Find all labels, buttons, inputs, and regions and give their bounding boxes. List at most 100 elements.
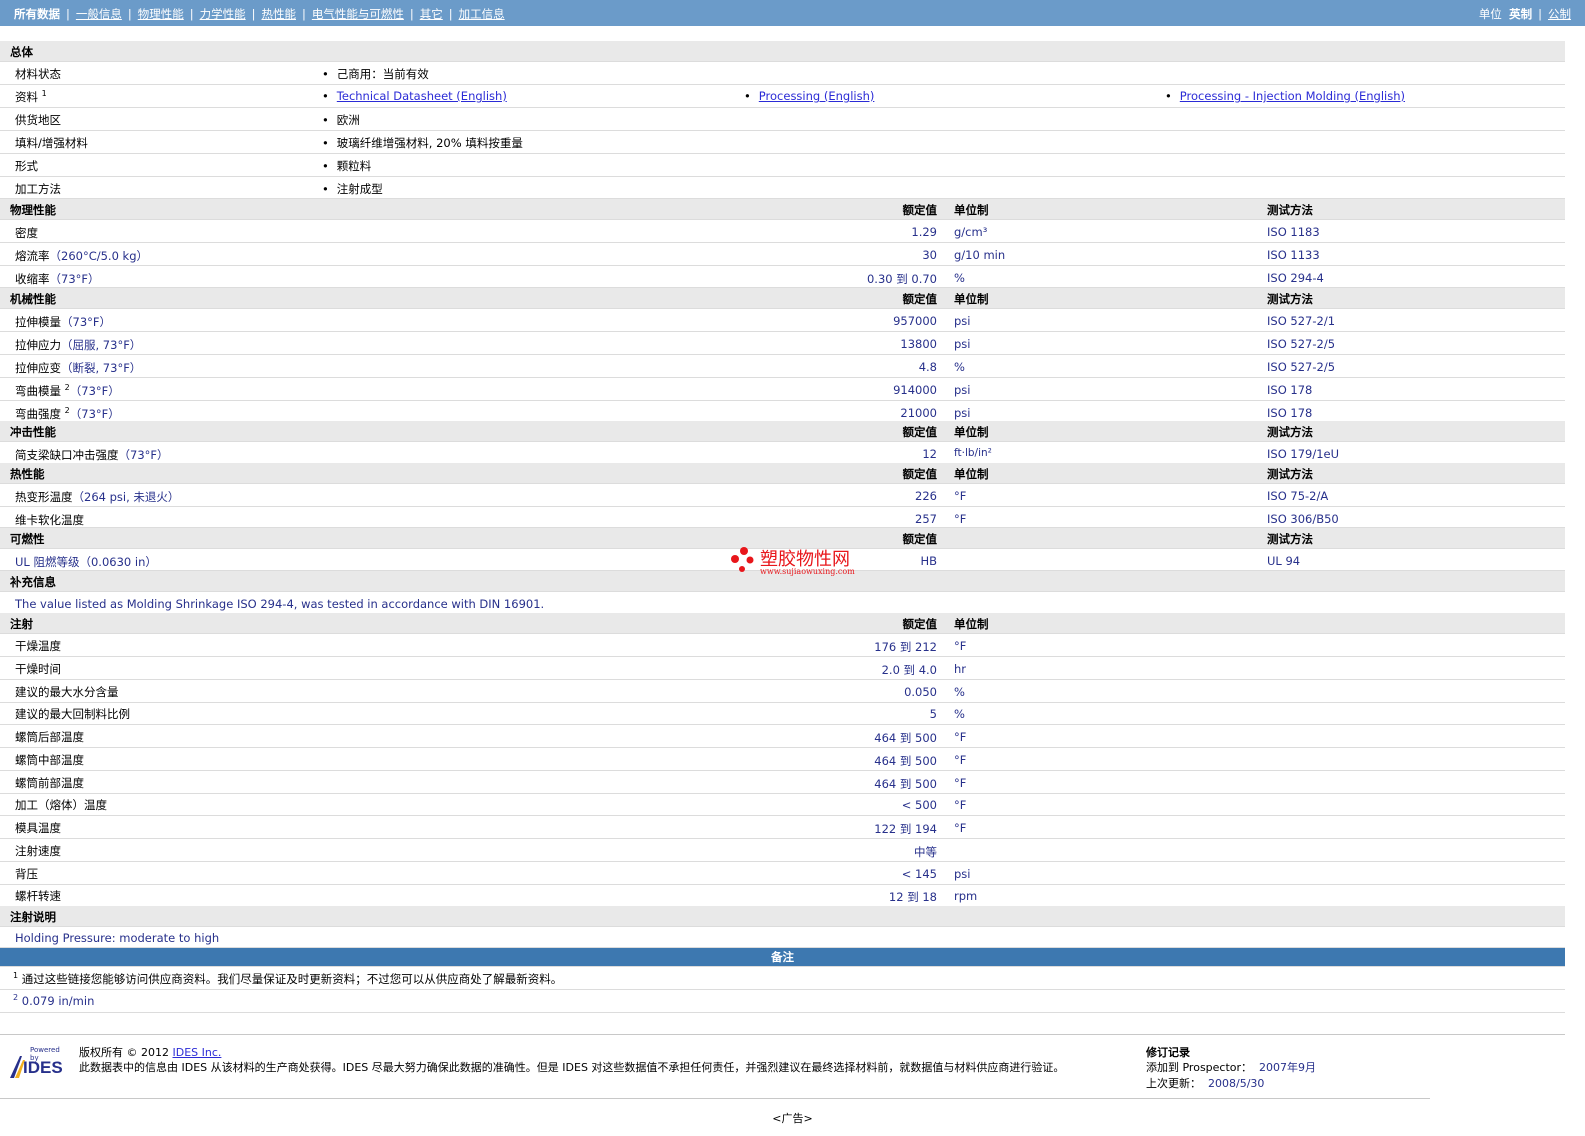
- row-label: 维卡软化温度: [15, 513, 84, 527]
- nav-processing[interactable]: 加工信息: [459, 7, 505, 21]
- nav-separator: |: [127, 7, 132, 21]
- row-method: ISO 306/B50: [1267, 512, 1339, 526]
- nav-electrical-flammability[interactable]: 电气性能与可燃性: [312, 7, 404, 21]
- col-header-value: 额定值: [902, 467, 938, 481]
- row-label: 建议的最大水分含量: [15, 685, 119, 699]
- row-label: 加工方法: [15, 182, 61, 196]
- row-unit: °F: [954, 512, 967, 526]
- section-title: 总体: [10, 45, 33, 59]
- nav-physical[interactable]: 物理性能: [138, 7, 184, 21]
- section-header-physical: 物理性能 额定值 单位制 测试方法: [0, 199, 1565, 220]
- row-label: 热变形温度（264 psi, 未退火）: [15, 490, 180, 504]
- row-value: 12 到 18: [888, 890, 937, 904]
- table-row: 熔流率（260°C/5.0 kg） 30 g/10 min ISO 1133: [0, 243, 1565, 266]
- table-row: 干燥温度 176 到 212 °F: [0, 634, 1565, 657]
- nav-tabs: 所有数据 | 一般信息 | 物理性能 | 力学性能 | 热性能 | 电气性能与可燃性 | 其它 | 加工信息: [14, 6, 505, 22]
- injection-note-text: Holding Pressure: moderate to high: [15, 931, 220, 945]
- row-value: 122 到 194: [874, 822, 937, 836]
- row-unit: %: [954, 707, 965, 721]
- table-row: 螺筒中部温度 464 到 500 °F: [0, 748, 1565, 771]
- row-value: 2.0 到 4.0: [881, 663, 937, 677]
- datasheet-link-wrap: Technical Datasheet (English): [322, 89, 507, 103]
- row-unit: psi: [954, 406, 971, 420]
- row-label: 螺筒中部温度: [15, 753, 84, 767]
- row-label: 资料 1: [15, 89, 47, 104]
- row-method: UL 94: [1267, 554, 1301, 568]
- row-label: 熔流率（260°C/5.0 kg）: [15, 249, 149, 263]
- section-header-impact: 冲击性能 额定值 单位制 测试方法: [0, 421, 1565, 442]
- row-method: ISO 527-2/1: [1267, 314, 1336, 328]
- row-unit: °F: [954, 489, 967, 503]
- table-row: 弯曲模量 2（73°F） 914000 psi ISO 178: [0, 378, 1565, 401]
- section-header-general: 总体: [0, 41, 1565, 62]
- watermark-dots-icon: [731, 547, 754, 572]
- row-label: 拉伸应力（屈服, 73°F）: [15, 338, 142, 352]
- col-header-unit: 单位制: [954, 203, 989, 217]
- footnote: 2 0.079 in/min: [13, 993, 95, 1008]
- injection-molding-link[interactable]: Processing - Injection Molding (English): [1180, 89, 1405, 103]
- row-value: 464 到 500: [874, 731, 937, 745]
- row-method: ISO 75-2/A: [1267, 489, 1329, 503]
- col-header-unit: 单位制: [954, 292, 989, 306]
- top-nav-bar: 所有数据 | 一般信息 | 物理性能 | 力学性能 | 热性能 | 电气性能与可燃性 | 其它 | 加工信息…: [0, 0, 1585, 26]
- section-header-injection-notes: 注射说明: [0, 906, 1565, 927]
- row-label: 干燥时间: [15, 662, 61, 676]
- row-label: 螺杆转速: [15, 889, 61, 903]
- table-row: 拉伸模量（73°F） 957000 psi ISO 527-2/1: [0, 309, 1565, 332]
- nav-general-info[interactable]: 一般信息: [76, 7, 122, 21]
- row-label: 建议的最大回制料比例: [15, 707, 130, 721]
- row-value: 176 到 212: [874, 640, 937, 654]
- row-value: HB: [920, 554, 937, 568]
- section-title: 注射: [10, 617, 33, 631]
- col-header-value: 额定值: [902, 203, 938, 217]
- units-label: 单位: [1478, 7, 1502, 21]
- row-value: 0.050: [904, 685, 937, 699]
- watermark-logo: 塑胶物性网 www.sujiaowuxing.com: [730, 547, 870, 586]
- row-unit: °F: [954, 730, 967, 744]
- ides-company-link[interactable]: IDES Inc.: [173, 1046, 222, 1059]
- nav-thermal[interactable]: 热性能: [262, 7, 297, 21]
- supplement-text: The value listed as Molding Shrinkage IS…: [15, 597, 545, 611]
- row-value: 13800: [900, 337, 937, 351]
- col-header-unit: 单位制: [954, 425, 989, 439]
- footnote-row: 1 通过这些链接您能够访问供应商资料。我们尽量保证及时更新资料；不过您可以从供应…: [0, 967, 1565, 990]
- table-row: The value listed as Molding Shrinkage IS…: [0, 592, 1565, 614]
- row-value: 4.8: [918, 360, 937, 374]
- row-value: 颗粒料: [322, 158, 372, 174]
- revision-title: 修订记录: [1146, 1046, 1190, 1059]
- row-label: 螺筒后部温度: [15, 730, 84, 744]
- row-label: 形式: [15, 159, 38, 173]
- table-row: 模具温度 122 到 194 °F: [0, 816, 1565, 839]
- nav-mechanical[interactable]: 力学性能: [200, 7, 246, 21]
- processing-link-wrap: Processing (English): [744, 89, 875, 103]
- row-label: 拉伸应变（断裂, 73°F）: [15, 361, 142, 375]
- footnote-ref: 1: [41, 89, 47, 99]
- disclaimer-text: 此数据表中的信息由 IDES 从该材料的生产商处获得。IDES 尽最大努力确保此…: [79, 1061, 1065, 1074]
- nav-all-data[interactable]: 所有数据: [14, 7, 60, 21]
- row-unit: psi: [954, 383, 971, 397]
- table-row: 背压 < 145 psi: [0, 862, 1565, 885]
- processing-link[interactable]: Processing (English): [759, 89, 875, 103]
- table-row: 拉伸应力（屈服, 73°F） 13800 psi ISO 527-2/5: [0, 332, 1565, 355]
- row-label: 干燥温度: [15, 639, 61, 653]
- col-header-value: 额定值: [902, 532, 938, 546]
- table-row: 拉伸应变（断裂, 73°F） 4.8 % ISO 527-2/5: [0, 355, 1565, 378]
- row-method: ISO 527-2/5: [1267, 337, 1336, 351]
- nav-separator: |: [66, 7, 70, 21]
- nav-other[interactable]: 其它: [420, 7, 443, 21]
- ides-logo-text: IDES: [23, 1058, 63, 1077]
- section-title: 注射说明: [10, 910, 56, 924]
- technical-datasheet-link[interactable]: Technical Datasheet (English): [337, 89, 507, 103]
- row-unit: hr: [954, 662, 967, 676]
- row-unit: °F: [954, 639, 967, 653]
- nav-separator: |: [448, 7, 453, 21]
- col-header-unit: 单位制: [954, 467, 989, 481]
- section-title: 补充信息: [10, 575, 56, 589]
- row-unit: %: [954, 360, 965, 374]
- unit-metric-link[interactable]: 公制: [1548, 7, 1571, 21]
- ides-logo[interactable]: Powered by IDES: [8, 1046, 70, 1082]
- unit-switcher: 单位 英制 | 公制: [1479, 6, 1571, 22]
- footer-divider-2: [0, 1098, 1430, 1099]
- row-unit: psi: [954, 867, 971, 881]
- table-row: Holding Pressure: moderate to high: [0, 927, 1565, 948]
